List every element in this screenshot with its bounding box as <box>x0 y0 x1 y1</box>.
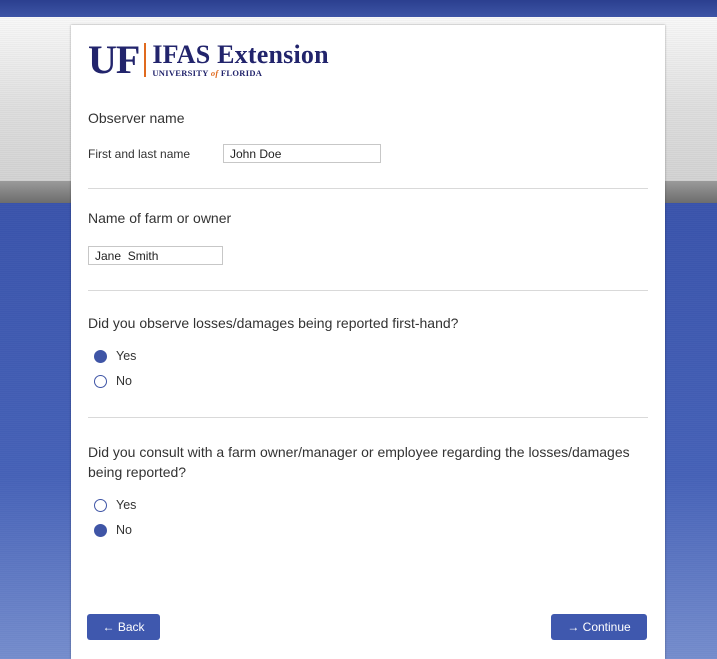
top-bar <box>0 0 717 17</box>
q1-option-no[interactable]: No <box>94 374 132 388</box>
observer-heading: Observer name <box>88 110 185 126</box>
q2-option-yes[interactable]: Yes <box>94 498 136 512</box>
radio-button[interactable] <box>94 374 107 388</box>
q1-question: Did you observe losses/damages being rep… <box>88 315 459 331</box>
radio-button-checked[interactable] <box>94 523 107 537</box>
section-divider <box>88 290 648 291</box>
continue-button[interactable]: → Continue <box>551 614 647 640</box>
radio-button[interactable] <box>94 498 107 512</box>
observer-field-label: First and last name <box>88 147 191 161</box>
section-divider <box>88 417 648 418</box>
logo-text: IFAS Extension UNIVERSITY of FLORIDA <box>152 40 329 79</box>
q2-question-line2: being reported? <box>88 464 187 480</box>
logo-title: IFAS Extension <box>152 40 329 69</box>
radio-button-checked[interactable] <box>94 349 107 363</box>
q1-option-no-label: No <box>116 374 132 388</box>
q1-option-yes-label: Yes <box>116 349 137 363</box>
uf-logo-mark: UF <box>88 37 140 82</box>
section-divider <box>88 188 648 189</box>
survey-card: UF IFAS Extension UNIVERSITY of FLORIDA … <box>71 25 665 659</box>
q2-question-line1: Did you consult with a farm owner/manage… <box>88 444 630 460</box>
uf-ifas-logo: UF IFAS Extension UNIVERSITY of FLORIDA <box>88 39 329 81</box>
logo-divider <box>144 43 147 77</box>
farm-heading: Name of farm or owner <box>88 210 232 226</box>
observer-name-input[interactable] <box>223 144 381 163</box>
farm-name-input[interactable] <box>88 246 223 265</box>
q2-option-no-label: No <box>116 523 132 537</box>
q2-question: Did you consult with a farm owner/manage… <box>88 442 630 482</box>
q2-option-yes-label: Yes <box>116 498 137 512</box>
back-button[interactable]: ← Back <box>87 614 160 640</box>
q1-option-yes[interactable]: Yes <box>94 349 136 363</box>
q2-option-no[interactable]: No <box>94 523 132 537</box>
logo-subtitle: UNIVERSITY of FLORIDA <box>152 68 263 78</box>
